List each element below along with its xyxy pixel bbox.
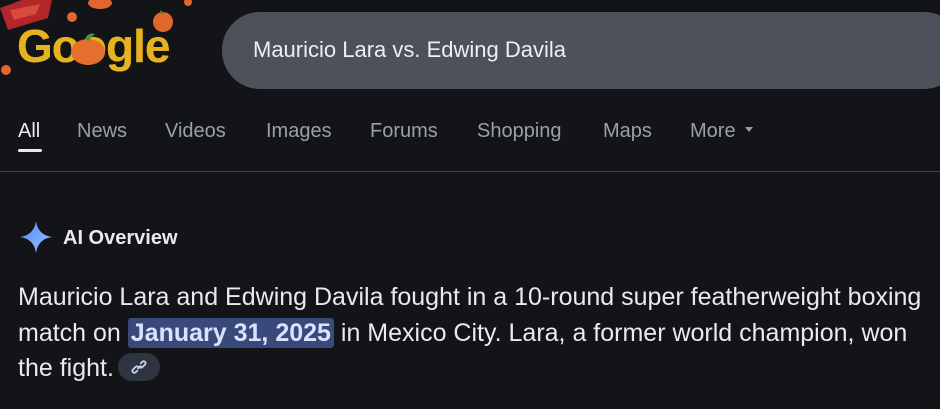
link-icon — [131, 360, 147, 375]
tab-shopping[interactable]: Shopping — [477, 118, 562, 144]
search-input[interactable]: Mauricio Lara vs. Edwing Davila — [253, 36, 566, 64]
search-results-page: Google Mauricio Lara vs. Edwing Davila A… — [0, 0, 940, 409]
tab-maps[interactable]: Maps — [603, 118, 652, 144]
tab-videos[interactable]: Videos — [165, 118, 226, 144]
ai-overview-header: AI Overview — [18, 219, 318, 255]
caret-down-icon — [744, 127, 753, 133]
tab-all[interactable]: All — [18, 118, 40, 144]
tab-more-label: More — [690, 120, 736, 142]
tab-images[interactable]: Images — [266, 118, 332, 144]
ai-overview-title: AI Overview — [63, 227, 178, 249]
active-tab-indicator — [18, 149, 42, 152]
search-tabs: All News Videos Images Forums Shopping M… — [0, 112, 940, 168]
highlighted-date: January 31, 2025 — [127, 317, 334, 348]
tab-news[interactable]: News — [77, 118, 127, 144]
orange-fruit-icon — [71, 33, 105, 65]
source-link-button[interactable] — [117, 353, 160, 382]
search-bar[interactable]: Mauricio Lara vs. Edwing Davila — [222, 12, 940, 89]
ai-sparkle-icon — [20, 221, 52, 253]
tab-more[interactable]: More — [690, 118, 753, 144]
tabs-divider — [0, 171, 940, 172]
google-logo[interactable]: Google — [0, 0, 210, 90]
ai-overview-text: Mauricio Lara and Edwing Davila fought i… — [18, 280, 928, 387]
tab-forums[interactable]: Forums — [370, 118, 438, 144]
